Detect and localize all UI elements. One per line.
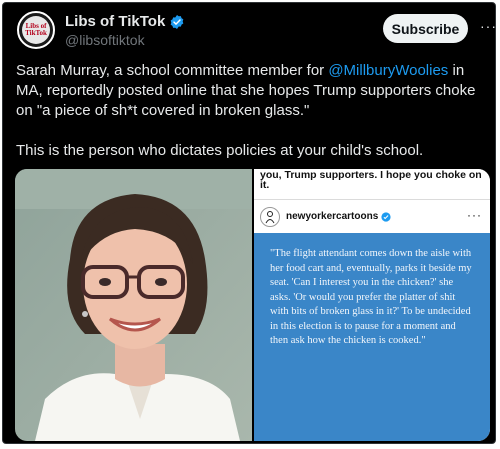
instagram-avatar-icon (260, 206, 280, 227)
author-display-name[interactable]: Libs of TikTok (65, 13, 165, 30)
tweet-paragraph-2: This is the person who dictates policies… (16, 142, 424, 159)
avatar-logo-text: Libs of TikTok (25, 22, 47, 37)
verified-badge-icon (170, 14, 184, 29)
mention-link[interactable]: @MillburyWoolies (328, 62, 448, 79)
subscribe-button[interactable]: Subscribe (383, 14, 468, 43)
cartoon-quote-text: "The flight attendant comes down the ais… (270, 248, 472, 346)
instagram-more-icon: ··· (467, 208, 482, 222)
avatar-logo: Libs of TikTok (22, 16, 50, 44)
more-options-icon[interactable]: ··· (480, 19, 495, 33)
media-grid[interactable]: you, Trump supporters. I hope you choke … (15, 169, 490, 441)
tweet-card: Libs of TikTok Libs of TikTok @libsoftik… (2, 2, 496, 444)
tweet-text-part: Sarah Murray, a school committee member … (16, 62, 329, 79)
instagram-username: newyorkercartoons (286, 211, 379, 222)
instagram-screenshot[interactable]: you, Trump supporters. I hope you choke … (254, 169, 490, 441)
avatar[interactable]: Libs of TikTok (17, 11, 55, 49)
portrait-photo[interactable] (15, 169, 252, 441)
instagram-post-header: newyorkercartoons ··· (254, 199, 490, 233)
author-row: Libs of TikTok (65, 13, 185, 30)
instagram-verified-icon (381, 211, 391, 222)
tweet-paragraph-1: Sarah Murray, a school committee member … (16, 61, 488, 121)
cartoon-figure-icon (265, 210, 275, 223)
author-handle[interactable]: @libsoftiktok (65, 32, 145, 48)
caption-text: you, Trump supporters. I hope you choke … (260, 169, 482, 191)
tweet-text: Sarah Murray, a school committee member … (16, 61, 488, 161)
screenshot-caption-top: you, Trump supporters. I hope you choke … (254, 169, 490, 195)
